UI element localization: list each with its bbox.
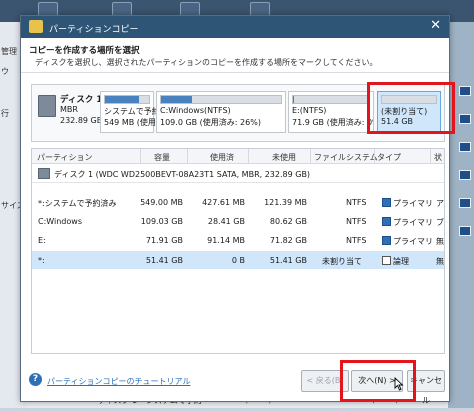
- cell-capacity: 549.00 MB: [140, 198, 183, 207]
- partition-usage: 549 MB (使用済: [104, 118, 164, 127]
- cell-type: プライマリ: [393, 237, 433, 246]
- primary-square-icon: [382, 236, 391, 245]
- cell-capacity: 109.03 GB: [140, 217, 183, 226]
- panel-icon: [459, 142, 471, 152]
- usage-fill: [105, 96, 140, 103]
- column-header-status[interactable]: 状: [434, 152, 442, 163]
- partition-table: パーティション 容量 使用済 未使用 ファイルシステム タイプ 状 ディスク 1…: [31, 148, 445, 354]
- column-divider[interactable]: [187, 149, 188, 163]
- panel-icon: [459, 114, 471, 124]
- panel-icon: [459, 198, 471, 208]
- usage-fill: [161, 96, 193, 103]
- cell-capacity: 71.91 GB: [145, 236, 183, 245]
- column-divider[interactable]: [310, 149, 311, 163]
- page-subheading: ディスクを選択し、選択されたパーティションのコピーを作成する場所をマークしてくだ…: [35, 58, 378, 67]
- partition-usage: 109.0 GB (使用済み: 26%): [160, 118, 261, 127]
- cell-filesystem: 未割り当て: [322, 257, 362, 266]
- partition-block-system-reserved[interactable]: システムで予約 549 MB (使用済: [100, 91, 164, 133]
- highlight-box-unallocated: [367, 82, 455, 134]
- cell-used: 28.41 GB: [207, 217, 245, 226]
- partition-block-c[interactable]: C:Windows(NTFS) 109.0 GB (使用済み: 26%): [156, 91, 286, 133]
- cell-used: 427.61 MB: [202, 198, 245, 207]
- cell-filesystem: NTFS: [346, 217, 367, 226]
- partition-label: システムで予約: [104, 107, 160, 116]
- table-row[interactable]: E: 71.91 GB 91.14 MB 71.82 GB NTFS プライマリ…: [32, 231, 444, 249]
- panel-icon: [459, 226, 471, 236]
- cell-unused: 121.39 MB: [264, 198, 307, 207]
- cell-filesystem: NTFS: [346, 198, 367, 207]
- cell-type: 論理: [393, 257, 409, 266]
- disk-type: MBR: [60, 105, 78, 114]
- table-row[interactable]: *:システムで予約済み 549.00 MB 427.61 MB 121.39 M…: [32, 193, 444, 211]
- column-header-filesystem[interactable]: ファイルシステム: [314, 152, 378, 163]
- column-header-unused[interactable]: 未使用: [272, 152, 296, 163]
- cell-unused: 71.82 GB: [269, 236, 307, 245]
- hard-disk-icon: [38, 168, 50, 179]
- cell-status: 無: [436, 237, 444, 246]
- divider: [21, 72, 449, 73]
- column-divider[interactable]: [374, 149, 375, 163]
- dialog-titlebar: パーティションコピー ✕: [21, 16, 449, 38]
- table-row-selected[interactable]: *: 51.41 GB 0 B 51.41 GB 未割り当て 論理 無: [32, 251, 444, 269]
- page-heading: コピーを作成する場所を選択: [29, 46, 140, 56]
- tutorial-link[interactable]: パーティションコピーのチュートリアル: [47, 376, 190, 387]
- disk-name: ディスク 1: [60, 95, 103, 105]
- highlight-box-next: [340, 360, 416, 402]
- usage-bar: [160, 95, 282, 104]
- help-icon[interactable]: ?: [29, 373, 42, 386]
- sidebar-label: ウ: [1, 67, 9, 76]
- column-header-type[interactable]: タイプ: [377, 152, 401, 163]
- partition-label: C:Windows(NTFS): [160, 106, 231, 115]
- cell-type: プライマリ: [393, 199, 433, 208]
- cell-partition: C:Windows: [38, 217, 82, 226]
- disk-description: ディスク 1 (WDC WD2500BEVT-08A23T1 SATA, MBR…: [54, 170, 311, 179]
- cell-used: 91.14 MB: [207, 236, 245, 245]
- partition-usage: 71.9 GB (使用済み: 0%: [292, 118, 374, 127]
- background-app-right-panel: [448, 22, 474, 408]
- dialog-title: パーティションコピー: [49, 25, 139, 35]
- disk-row[interactable]: ディスク 1 (WDC WD2500BEVT-08A23T1 SATA, MBR…: [32, 164, 444, 183]
- table-row[interactable]: C:Windows 109.03 GB 28.41 GB 80.62 GB NT…: [32, 212, 444, 230]
- app-icon: [29, 20, 43, 33]
- cell-status: ア: [436, 199, 444, 208]
- column-header-capacity[interactable]: 容量: [154, 152, 170, 163]
- sidebar-label: 行: [1, 109, 9, 118]
- column-header-used[interactable]: 使用済: [210, 152, 234, 163]
- cell-partition: *:システムで予約済み: [38, 199, 117, 208]
- disk-size: 232.89 GB: [60, 116, 103, 125]
- primary-square-icon: [382, 198, 391, 207]
- column-divider[interactable]: [140, 149, 141, 163]
- close-icon[interactable]: ✕: [430, 19, 441, 33]
- cell-used: 0 B: [231, 256, 245, 265]
- usage-bar: [292, 95, 370, 104]
- partition-block-e[interactable]: E:(NTFS) 71.9 GB (使用済み: 0%: [288, 91, 374, 133]
- usage-fill: [293, 96, 294, 103]
- cell-capacity: 51.41 GB: [145, 256, 183, 265]
- cell-partition: E:: [38, 236, 46, 245]
- panel-icon: [459, 170, 471, 180]
- logical-square-icon: [382, 256, 391, 265]
- partition-label: E:(NTFS): [292, 106, 327, 115]
- column-header-partition[interactable]: パーティション: [37, 152, 93, 163]
- cell-status: ブ: [436, 218, 444, 227]
- primary-square-icon: [382, 217, 391, 226]
- cell-type: プライマリ: [393, 218, 433, 227]
- column-divider[interactable]: [248, 149, 249, 163]
- cell-unused: 51.41 GB: [269, 256, 307, 265]
- cell-filesystem: NTFS: [346, 236, 367, 245]
- cell-status: 無: [436, 257, 444, 266]
- usage-bar: [104, 95, 150, 104]
- partition-copy-dialog: パーティションコピー ✕ コピーを作成する場所を選択 ディスクを選択し、選択され…: [20, 15, 450, 405]
- hard-disk-icon: [38, 95, 56, 117]
- cell-unused: 80.62 GB: [269, 217, 307, 226]
- sidebar-label: 管理: [1, 47, 17, 56]
- table-header: パーティション 容量 使用済 未使用 ファイルシステム タイプ 状: [32, 149, 444, 164]
- column-divider[interactable]: [430, 149, 431, 163]
- cell-partition: *:: [38, 256, 45, 265]
- panel-icon: [459, 86, 471, 96]
